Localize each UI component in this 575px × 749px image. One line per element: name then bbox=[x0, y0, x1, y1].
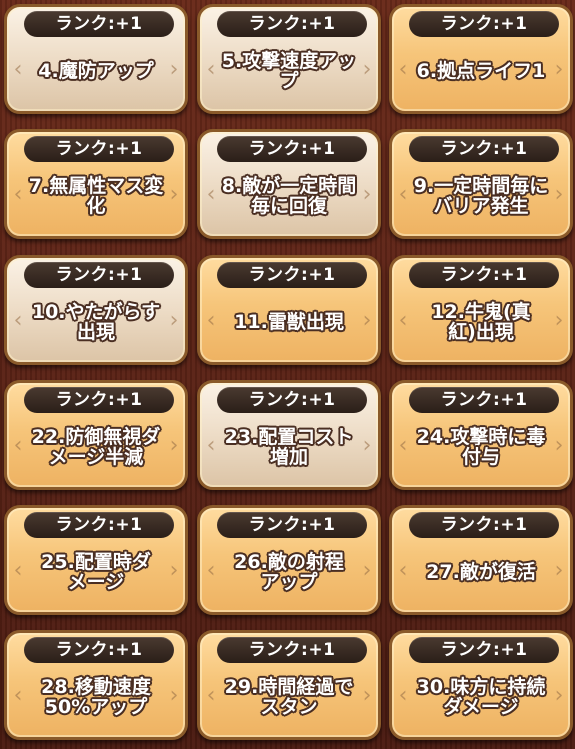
rank-badge: ランク:+1 bbox=[409, 637, 559, 663]
card-label: 28.移動速度 50%アップ bbox=[41, 676, 151, 718]
rank-badge: ランク:+1 bbox=[409, 387, 559, 413]
rank-badge: ランク:+1 bbox=[217, 136, 367, 162]
debuff-card-12[interactable]: ランク:+1 ‹ › 24.攻撃時に毒 付与 bbox=[389, 380, 573, 490]
rank-badge: ランク:+1 bbox=[217, 387, 367, 413]
debuff-card-13[interactable]: ランク:+1 ‹ › 25.配置時ダ メージ bbox=[4, 505, 188, 615]
card-label: 27.敵が復活 bbox=[426, 561, 536, 583]
rank-badge: ランク:+1 bbox=[217, 637, 367, 663]
debuff-card-14[interactable]: ランク:+1 ‹ › 26.敵の射程 アップ bbox=[197, 505, 381, 615]
rank-badge: ランク:+1 bbox=[24, 637, 174, 663]
rank-badge: ランク:+1 bbox=[24, 11, 174, 37]
card-label: 22.防御無視ダ メージ半減 bbox=[31, 426, 161, 468]
card-label: 11.雷獣出現 bbox=[234, 311, 344, 333]
debuff-card-8[interactable]: ランク:+1 ‹ › 11.雷獣出現 bbox=[197, 255, 381, 365]
debuff-card-15[interactable]: ランク:+1 ‹ › 27.敵が復活 bbox=[389, 505, 573, 615]
card-label: 10.やたがらす 出現 bbox=[31, 301, 161, 343]
card-label: 12.牛鬼(真 紅)出現 bbox=[431, 301, 531, 343]
card-label: 29.時間経過で スタン bbox=[224, 676, 354, 718]
rank-badge: ランク:+1 bbox=[217, 11, 367, 37]
debuff-card-5[interactable]: ランク:+1 ‹ › 8.敵が一定時間 毎に回復 bbox=[197, 129, 381, 239]
debuff-card-4[interactable]: ランク:+1 ‹ › 7.無属性マス変 化 bbox=[4, 129, 188, 239]
rank-badge: ランク:+1 bbox=[24, 136, 174, 162]
card-label: 7.無属性マス変 化 bbox=[28, 175, 164, 217]
card-label: 24.攻撃時に毒 付与 bbox=[416, 426, 546, 468]
card-label: 9.一定時間毎に バリア発生 bbox=[413, 175, 549, 217]
debuff-card-grid: ランク:+1 ‹ › 4.魔防アップ ランク:+1 ‹ › 5.攻撃速度アッ プランク:+1 ‹… bbox=[0, 0, 575, 749]
debuff-card-1[interactable]: ランク:+1 ‹ › 4.魔防アップ bbox=[4, 4, 188, 114]
card-label: 25.配置時ダ メージ bbox=[41, 551, 151, 593]
rank-badge: ランク:+1 bbox=[409, 136, 559, 162]
rank-badge: ランク:+1 bbox=[409, 11, 559, 37]
rank-badge: ランク:+1 bbox=[409, 512, 559, 538]
debuff-card-6[interactable]: ランク:+1 ‹ › 9.一定時間毎に バリア発生 bbox=[389, 129, 573, 239]
debuff-card-10[interactable]: ランク:+1 ‹ › 22.防御無視ダ メージ半減 bbox=[4, 380, 188, 490]
card-label: 30.味方に持続 ダメージ bbox=[416, 676, 546, 718]
debuff-card-7[interactable]: ランク:+1 ‹ › 10.やたがらす 出現 bbox=[4, 255, 188, 365]
debuff-card-17[interactable]: ランク:+1 ‹ › 29.時間経過で スタン bbox=[197, 630, 381, 740]
card-label: 26.敵の射程 アップ bbox=[234, 551, 344, 593]
card-label: 5.攻撃速度アッ プ bbox=[221, 50, 357, 92]
rank-badge: ランク:+1 bbox=[217, 512, 367, 538]
debuff-card-18[interactable]: ランク:+1 ‹ › 30.味方に持続 ダメージ bbox=[389, 630, 573, 740]
rank-badge: ランク:+1 bbox=[409, 262, 559, 288]
debuff-card-16[interactable]: ランク:+1 ‹ › 28.移動速度 50%アップ bbox=[4, 630, 188, 740]
card-label: 6.拠点ライフ1 bbox=[416, 60, 546, 82]
rank-badge: ランク:+1 bbox=[24, 512, 174, 538]
debuff-card-3[interactable]: ランク:+1 ‹ › 6.拠点ライフ1 bbox=[389, 4, 573, 114]
card-label: 23.配置コスト 増加 bbox=[224, 426, 354, 468]
debuff-card-9[interactable]: ランク:+1 ‹ › 12.牛鬼(真 紅)出現 bbox=[389, 255, 573, 365]
rank-badge: ランク:+1 bbox=[24, 262, 174, 288]
card-label: 8.敵が一定時間 毎に回復 bbox=[221, 175, 357, 217]
rank-badge: ランク:+1 bbox=[217, 262, 367, 288]
card-label: 4.魔防アップ bbox=[38, 60, 154, 82]
debuff-card-11[interactable]: ランク:+1 ‹ › 23.配置コスト 増加 bbox=[197, 380, 381, 490]
debuff-card-2[interactable]: ランク:+1 ‹ › 5.攻撃速度アッ プ bbox=[197, 4, 381, 114]
rank-badge: ランク:+1 bbox=[24, 387, 174, 413]
